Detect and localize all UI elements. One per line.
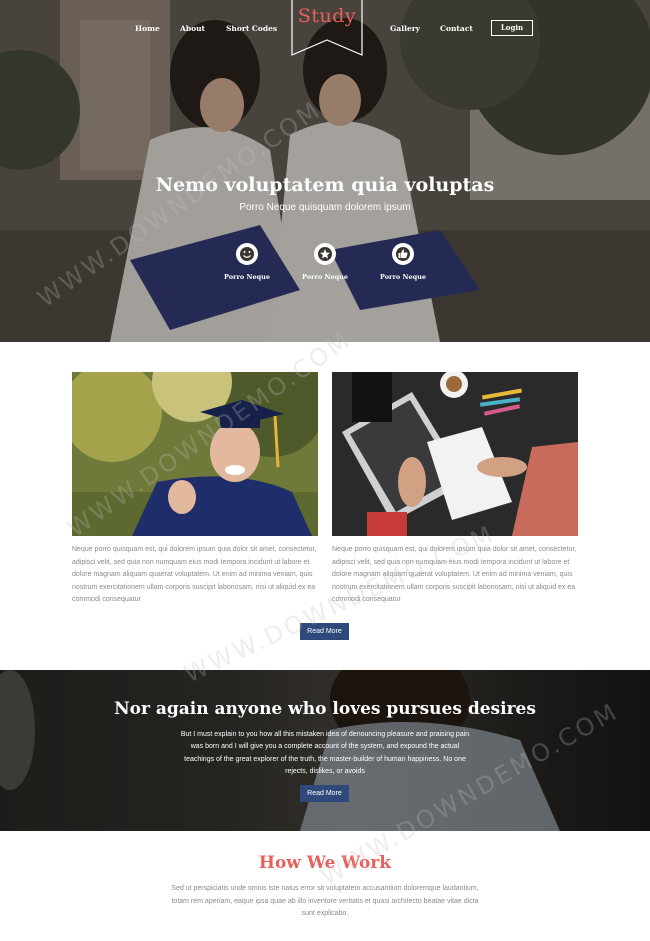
login-button[interactable]: Login	[491, 20, 533, 36]
feature-item[interactable]: Porro Neque	[212, 243, 282, 281]
section-title: How We Work	[258, 853, 392, 873]
banner-text: But I must explain to you how all this m…	[180, 731, 470, 776]
feature-item[interactable]: Porro Neque	[290, 243, 360, 281]
site-logo[interactable]: Study	[291, 5, 363, 27]
nav-link-home[interactable]: Home	[135, 24, 160, 33]
nav-link-short-codes[interactable]: Short Codes	[226, 24, 277, 33]
card-text: Neque porro quisquam est, qui dolorem ip…	[72, 546, 317, 604]
smile-icon	[236, 243, 258, 265]
nav-link-about[interactable]: About	[180, 24, 205, 33]
read-more-button[interactable]: Read More	[300, 623, 349, 640]
feature-label: Porro Neque	[224, 273, 270, 281]
feature-label: Porro Neque	[380, 273, 426, 281]
nav-link-gallery[interactable]: Gallery	[390, 24, 420, 33]
thumbs-up-icon	[392, 243, 414, 265]
laptop-desk-photo	[332, 372, 578, 536]
card-text: Neque porro quisquam est, qui dolorem ip…	[332, 546, 577, 604]
hero-title: Nemo voluptatem quia voluptas	[155, 174, 495, 196]
feature-item[interactable]: Porro Neque	[368, 243, 438, 281]
main-navigation: Home About Short Codes Study Gallery Con…	[0, 0, 650, 60]
hero-subtitle: Porro Neque quisquam dolorem ipsum	[239, 202, 411, 213]
feature-label: Porro Neque	[302, 273, 348, 281]
star-icon	[314, 243, 336, 265]
graduate-photo	[72, 372, 318, 536]
banner-title: Nor again anyone who loves pursues desir…	[114, 699, 536, 719]
banner-read-more-button[interactable]: Read More	[300, 785, 349, 802]
section-description: Sed ut perspiciatis unde omnis iste natu…	[171, 885, 479, 918]
nav-link-contact[interactable]: Contact	[440, 24, 473, 33]
